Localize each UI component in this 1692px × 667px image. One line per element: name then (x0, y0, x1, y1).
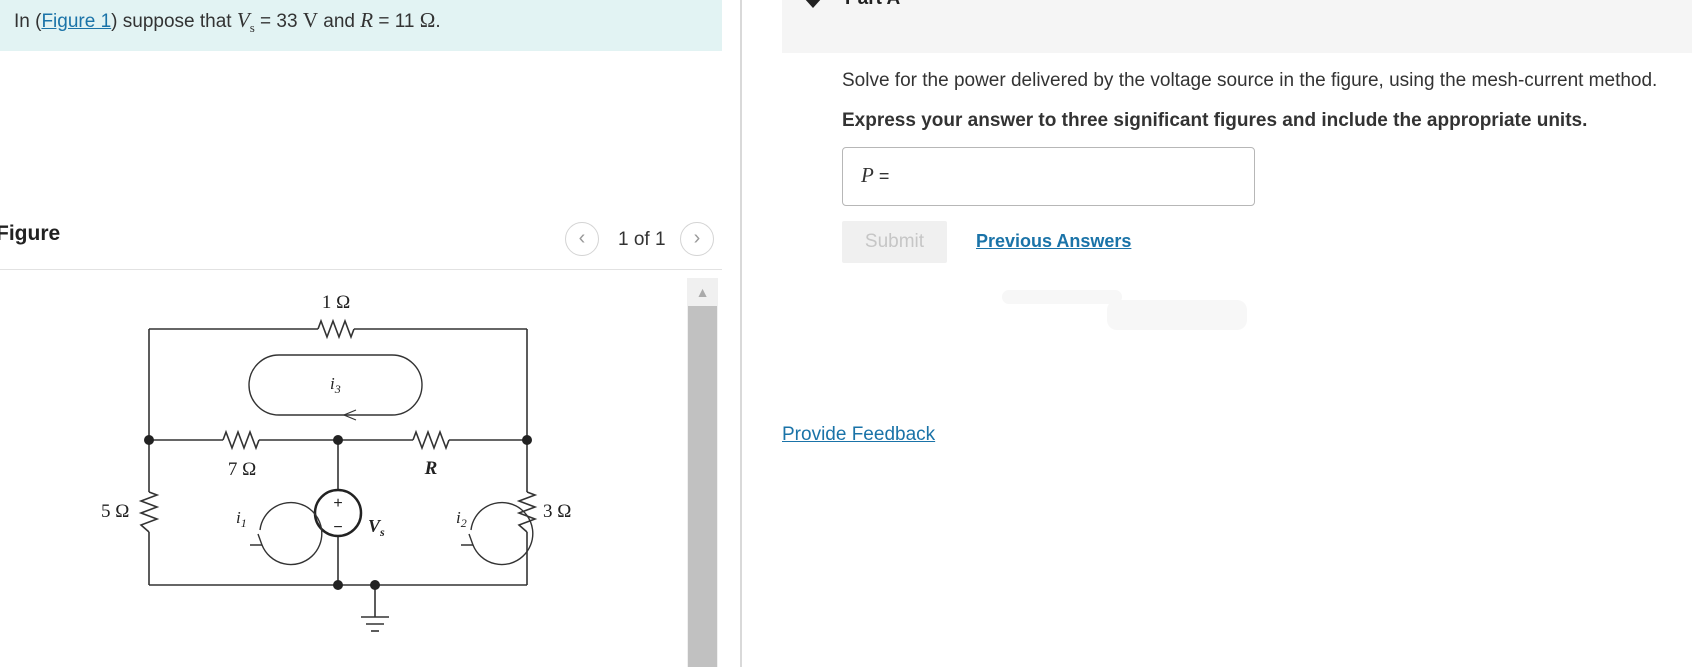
figure-count: 1 of 1 (618, 229, 666, 250)
problem-text: In (Figure 1) suppose that Vs = 33 V and… (14, 8, 441, 36)
label-1ohm: 1 Ω (322, 292, 350, 313)
r-symbol: R (360, 8, 374, 32)
problem-end: . (435, 11, 441, 32)
scroll-up-arrow-icon[interactable]: ▲ (687, 278, 718, 306)
next-figure-button[interactable]: › (680, 222, 714, 256)
label-r: R (424, 458, 438, 479)
mesh-current-arrows (248, 354, 534, 566)
r-unit: Ω (419, 8, 436, 32)
part-a-header[interactable]: Part A (782, 0, 1692, 53)
problem-panel: In (Figure 1) suppose that Vs = 33 V and… (0, 0, 742, 667)
instruction-text: Express your answer to three significant… (842, 110, 1588, 131)
source-plus: + (333, 495, 342, 512)
prev-figure-button[interactable]: ‹ (565, 222, 599, 256)
label-7ohm: 7 Ω (228, 459, 256, 480)
and-text: and (318, 11, 361, 32)
label-i2: i2 (456, 508, 467, 530)
label-i3: i3 (330, 374, 341, 396)
problem-prefix: In ( (14, 11, 42, 32)
label-3ohm: 3 Ω (543, 501, 571, 522)
resistor-7ohm (222, 429, 260, 451)
provide-feedback-link[interactable]: Provide Feedback (782, 424, 935, 446)
answer-panel: Part A Solve for the power delivered by … (742, 0, 1692, 667)
vs-unit: V (302, 8, 318, 32)
figure-scrollbar[interactable]: ▲ (687, 278, 718, 667)
figure-divider (0, 269, 722, 270)
r-value: = 11 (373, 11, 420, 32)
faded-artifact (1002, 290, 1122, 304)
label-i1: i1 (236, 508, 247, 530)
vs-value: = 33 (254, 11, 303, 32)
chevron-left-icon: ‹ (578, 227, 586, 249)
resistor-5ohm (138, 491, 160, 533)
problem-middle: ) suppose that (111, 11, 237, 32)
chevron-right-icon: › (693, 227, 701, 249)
answer-input[interactable]: P = (842, 147, 1255, 206)
part-title: Part A (845, 0, 900, 10)
figure-title: Figure (0, 222, 61, 245)
label-vs: Vs (368, 516, 385, 539)
answer-label: P = (861, 163, 890, 187)
label-5ohm: 5 Ω (101, 501, 129, 522)
question-text: Solve for the power delivered by the vol… (842, 70, 1658, 91)
vs-symbol: Vs (236, 8, 255, 36)
caret-down-icon (804, 0, 822, 8)
problem-statement: In (Figure 1) suppose that Vs = 33 V and… (0, 0, 722, 51)
scroll-thumb[interactable] (688, 306, 717, 667)
circuit-diagram: + − 1 Ω 7 Ω R 5 Ω 3 Ω i3 i1 i2 Vs (101, 292, 571, 632)
submit-button[interactable]: Submit (842, 221, 947, 263)
resistor-1ohm (317, 318, 355, 340)
source-minus: − (333, 519, 342, 536)
resistor-r (412, 429, 450, 451)
faded-artifact (1107, 300, 1247, 330)
figure-link[interactable]: Figure 1 (41, 11, 111, 32)
previous-answers-link[interactable]: Previous Answers (976, 231, 1131, 252)
